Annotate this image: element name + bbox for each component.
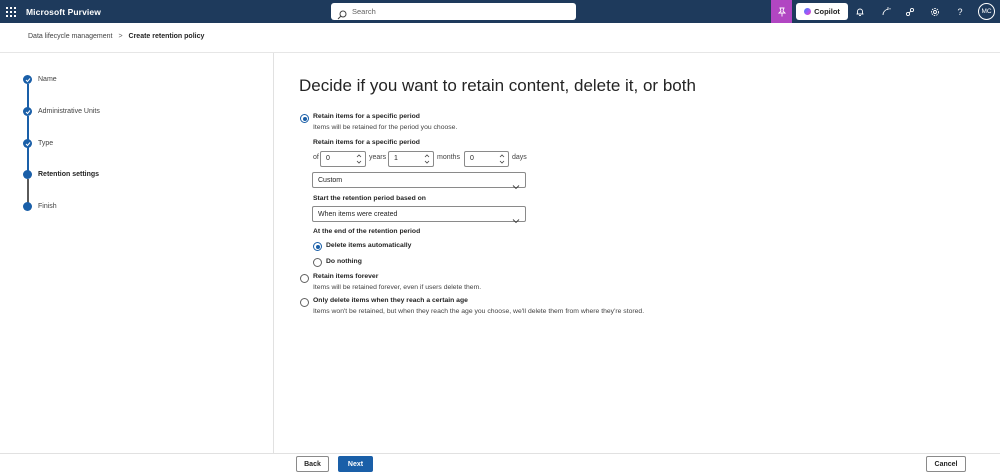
years-stepper[interactable]: 0 — [320, 151, 366, 167]
months-unit: months — [437, 154, 460, 161]
days-stepper[interactable]: 0 — [464, 151, 509, 167]
page-title: Decide if you want to retain content, de… — [299, 76, 696, 95]
step-finish[interactable]: Finish — [23, 202, 57, 211]
retain-forever-radio[interactable] — [300, 274, 309, 283]
days-unit: days — [512, 154, 527, 161]
period-prefix: of — [313, 154, 319, 161]
start-based-on-label: Start the retention period based on — [313, 195, 426, 202]
sparkle-icon[interactable] — [878, 4, 894, 19]
checkmark-icon — [23, 139, 32, 148]
start-based-on-value: When items were created — [318, 210, 398, 218]
period-preset-dropdown[interactable]: Custom — [312, 172, 526, 190]
current-step-dot-icon — [23, 170, 32, 179]
delete-automatically-label: Delete items automatically — [326, 242, 412, 249]
start-based-on-dropdown[interactable]: When items were created — [312, 206, 526, 224]
years-unit: years — [369, 154, 387, 161]
breadcrumb-parent[interactable]: Data lifecycle management — [28, 33, 112, 40]
wizard-stepper: Name Administrative Units Type Retention… — [0, 53, 274, 453]
breadcrumb-current: Create retention policy — [128, 33, 205, 40]
step-label: Finish — [38, 203, 57, 210]
step-label: Type — [38, 140, 54, 147]
retain-period-radio[interactable] — [300, 114, 309, 123]
period-label: Retain items for a specific period — [313, 139, 420, 146]
share-icon[interactable] — [902, 4, 918, 19]
retain-period-title: Retain items for a specific period — [313, 113, 420, 120]
step-label: Administrative Units — [38, 108, 100, 115]
step-retention-settings[interactable]: Retention settings — [23, 170, 99, 179]
app-launcher-icon[interactable] — [0, 0, 22, 23]
retain-period-desc: Items will be retained for the period yo… — [313, 124, 458, 131]
cancel-button[interactable]: Cancel — [926, 456, 966, 472]
gear-icon[interactable] — [927, 4, 943, 19]
delete-automatically-radio[interactable] — [313, 242, 322, 251]
stepper-arrows-icon[interactable] — [499, 153, 505, 165]
copilot-button[interactable]: Copilot — [796, 3, 848, 20]
step-label: Name — [38, 76, 57, 83]
step-name[interactable]: Name — [23, 75, 57, 84]
months-stepper[interactable]: 1 — [388, 151, 434, 167]
retain-forever-title: Retain items forever — [313, 273, 379, 280]
next-button[interactable]: Next — [338, 456, 373, 472]
copilot-pin-icon[interactable] — [771, 0, 792, 23]
period-preset-value: Custom — [318, 176, 343, 184]
checkmark-icon — [23, 107, 32, 116]
search-icon — [337, 7, 347, 19]
back-button[interactable]: Back — [296, 456, 329, 472]
checkmark-icon — [23, 75, 32, 84]
search-placeholder: Search — [352, 7, 376, 16]
end-of-period-label: At the end of the retention period — [313, 228, 421, 235]
delete-only-desc: Items won't be retained, but when they r… — [313, 308, 645, 315]
do-nothing-radio[interactable] — [313, 258, 322, 267]
step-connector — [27, 116, 29, 141]
search-input[interactable]: Search — [331, 3, 576, 20]
avatar[interactable]: MC — [978, 3, 995, 20]
delete-only-radio[interactable] — [300, 298, 309, 307]
chevron-down-icon — [512, 177, 520, 195]
retain-forever-desc: Items will be retained forever, even if … — [313, 284, 482, 291]
help-icon[interactable]: ? — [952, 4, 968, 19]
copilot-label: Copilot — [814, 7, 840, 16]
days-value: 0 — [470, 155, 474, 162]
top-bar: Microsoft Purview Search Copilot ? MC — [0, 0, 1000, 23]
step-label: Retention settings — [38, 171, 100, 178]
chevron-right-icon: > — [118, 33, 123, 40]
months-value: 1 — [394, 155, 398, 162]
stepper-arrows-icon[interactable] — [424, 153, 430, 165]
pending-step-dot-icon — [23, 202, 32, 211]
footer-divider — [0, 453, 1000, 454]
copilot-icon — [804, 8, 812, 15]
app-title[interactable]: Microsoft Purview — [26, 7, 101, 17]
years-value: 0 — [326, 155, 330, 162]
bell-icon[interactable] — [852, 4, 868, 19]
chevron-down-icon — [512, 211, 520, 229]
step-connector — [27, 179, 29, 203]
breadcrumb: Data lifecycle management > Create reten… — [28, 33, 204, 40]
do-nothing-label: Do nothing — [326, 258, 362, 265]
step-administrative-units[interactable]: Administrative Units — [23, 107, 100, 116]
delete-only-title: Only delete items when they reach a cert… — [313, 297, 468, 304]
stepper-arrows-icon[interactable] — [356, 153, 362, 165]
step-connector — [27, 84, 29, 109]
step-type[interactable]: Type — [23, 139, 53, 148]
